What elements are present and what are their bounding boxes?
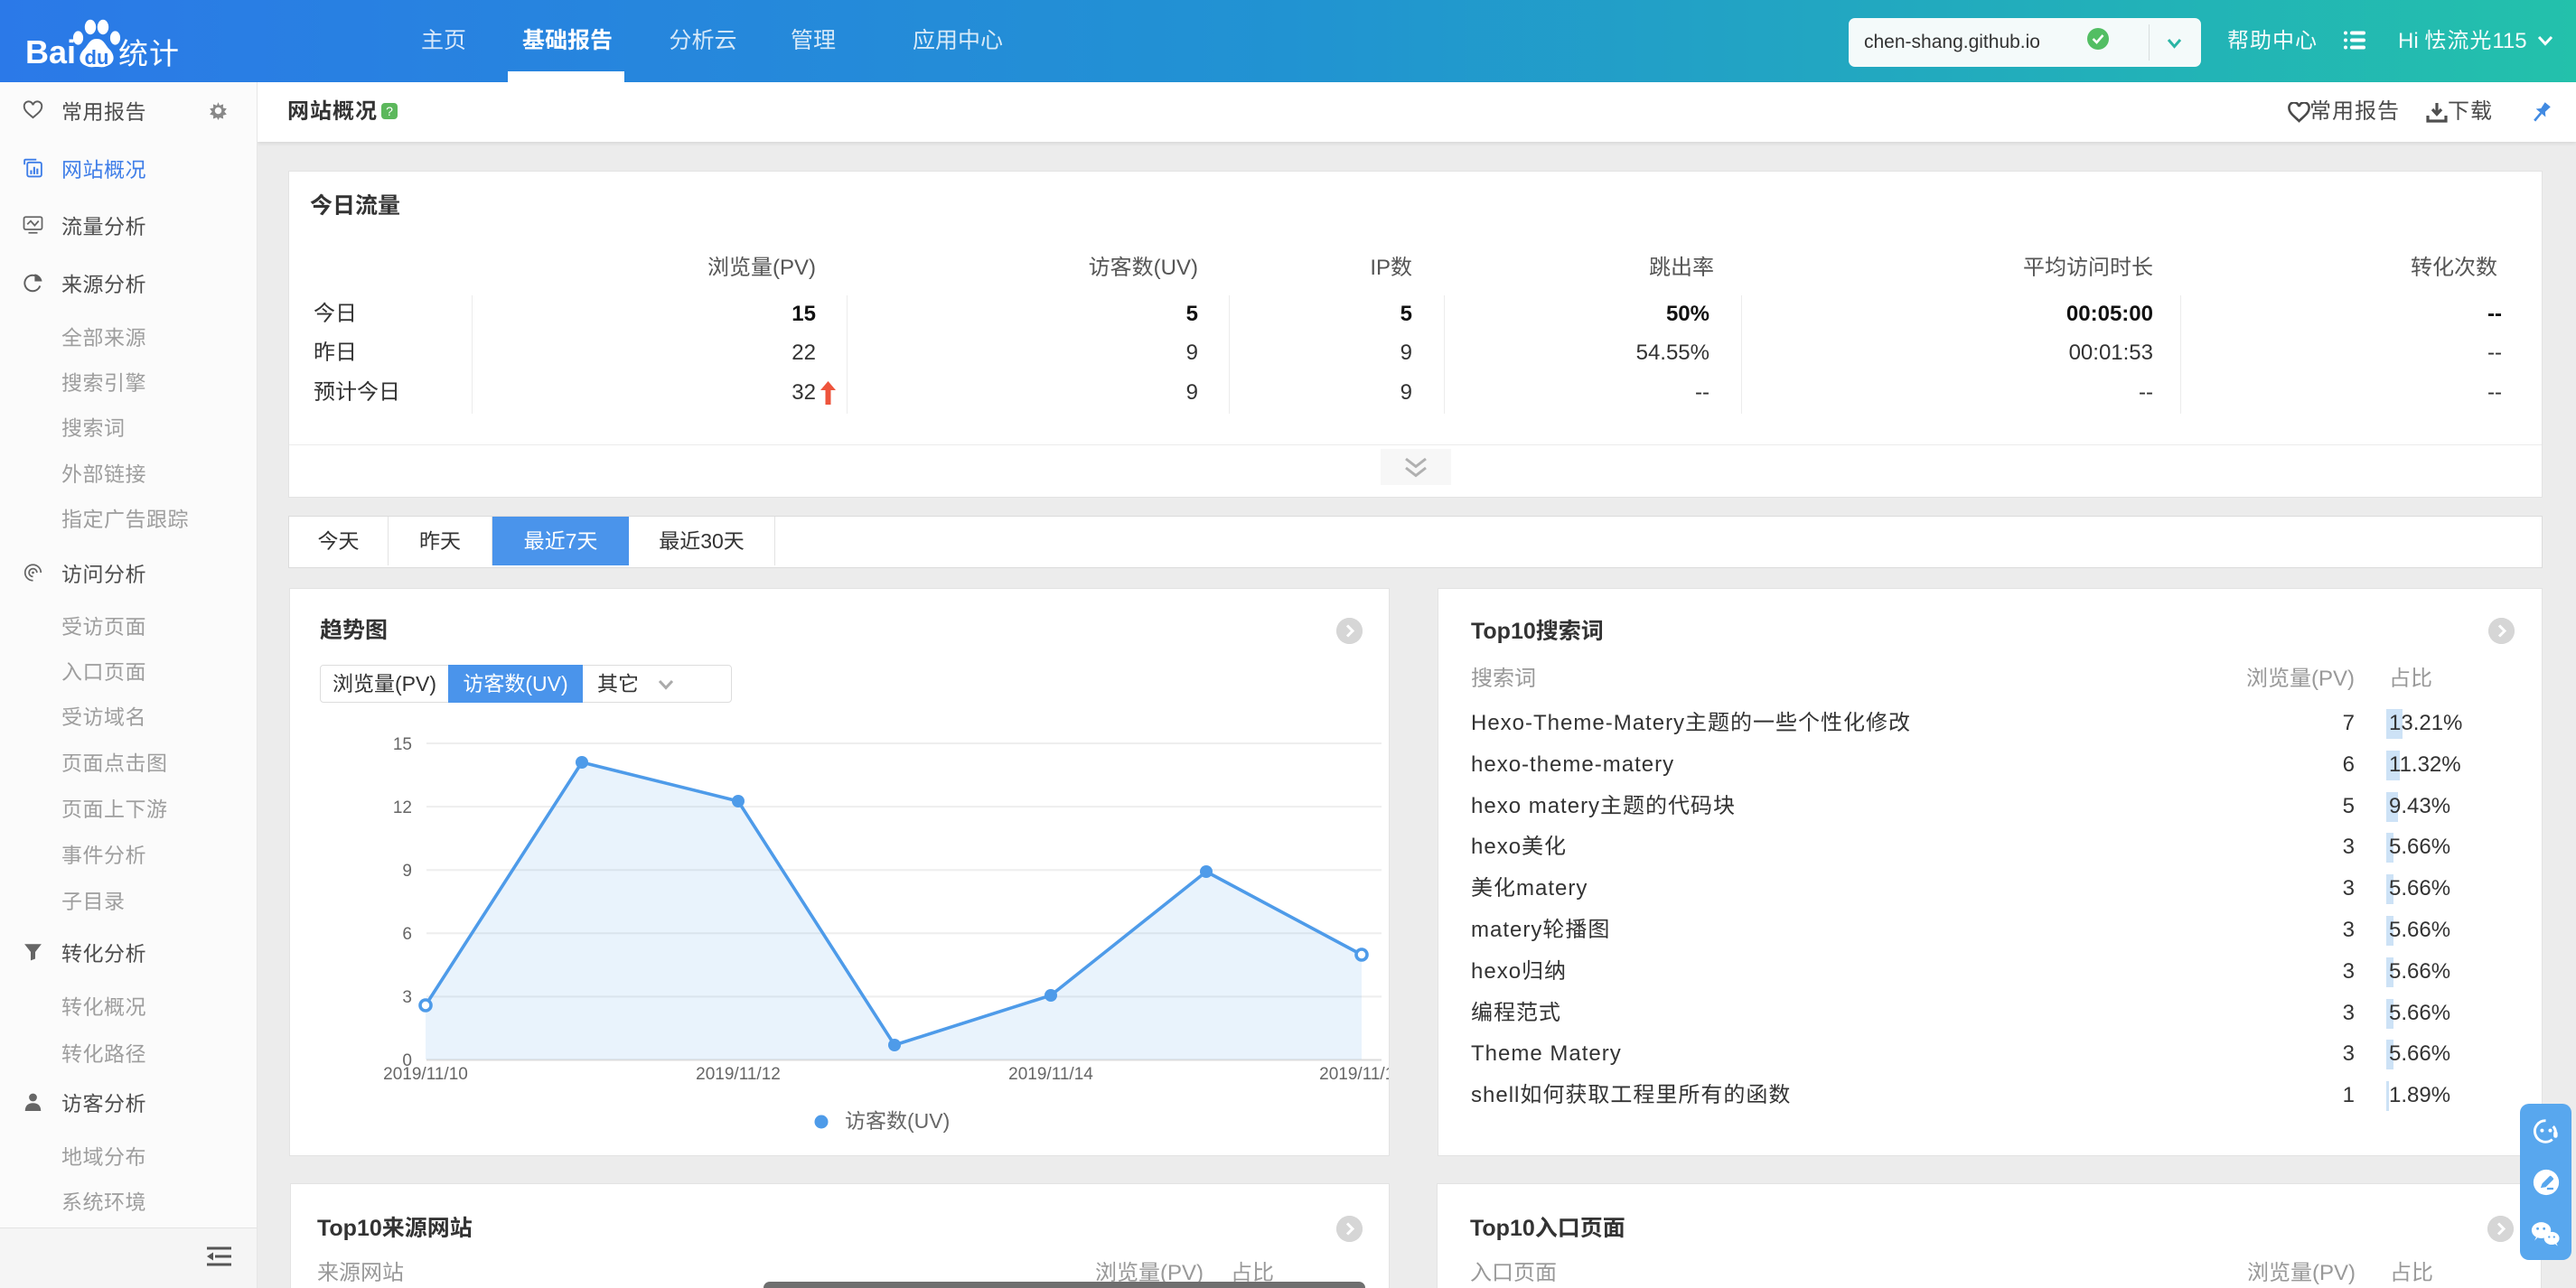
svg-text:2019/11/14: 2019/11/14 (1008, 1065, 1093, 1084)
svg-text:2019/11/10: 2019/11/10 (383, 1065, 468, 1084)
svg-text:6: 6 (402, 925, 412, 944)
svg-text:12: 12 (393, 798, 412, 817)
svg-text:2019/11/16: 2019/11/16 (1319, 1065, 1390, 1084)
svg-text:15: 15 (393, 735, 412, 754)
svg-text:3: 3 (402, 988, 412, 1007)
svg-text:9: 9 (402, 862, 412, 881)
svg-text:2019/11/12: 2019/11/12 (696, 1065, 781, 1084)
svg-text:访客数(UV): 访客数(UV) (845, 1109, 950, 1133)
svg-text:du: du (85, 46, 109, 69)
